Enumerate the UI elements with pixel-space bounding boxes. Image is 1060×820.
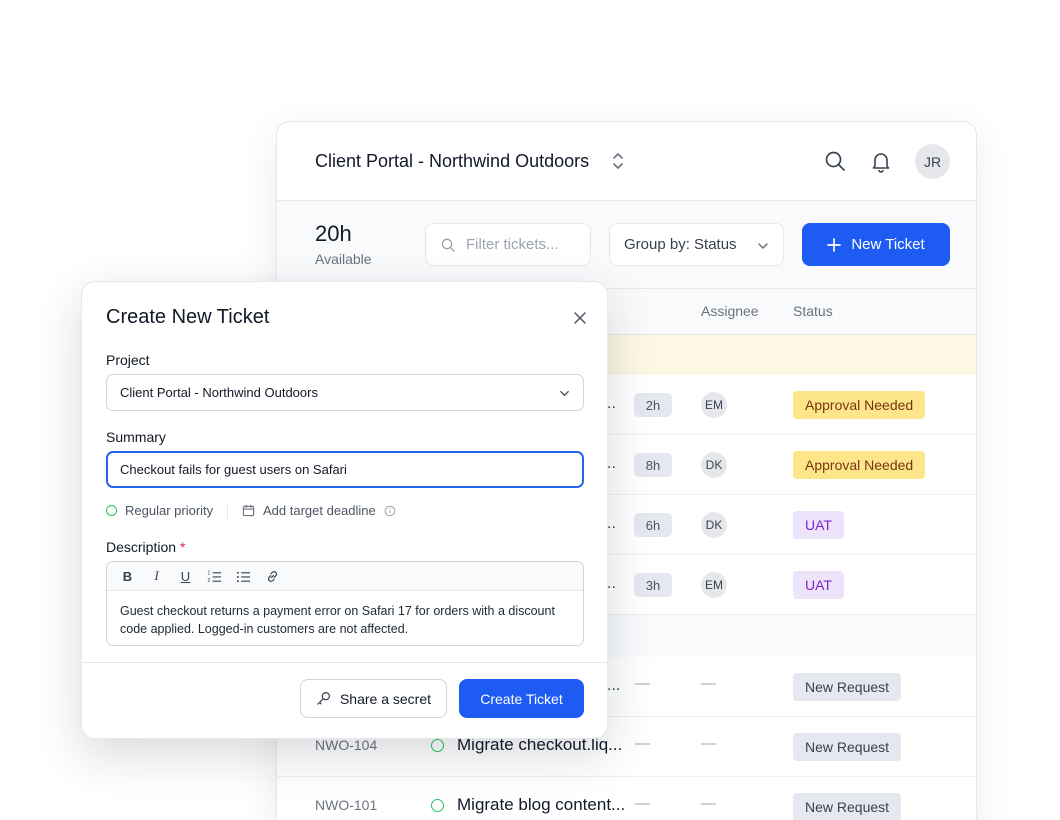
bold-icon[interactable]: B	[120, 569, 135, 584]
priority-ring-icon	[431, 739, 444, 752]
hours-empty: —	[635, 675, 650, 692]
assignee-avatar: DK	[701, 512, 727, 538]
status-badge: UAT	[793, 511, 844, 539]
bullet-list-icon[interactable]	[236, 569, 251, 584]
priority-ring-icon	[431, 799, 444, 812]
ticket-name-truncated: ..	[607, 455, 616, 472]
plus-icon	[827, 237, 842, 252]
priority-selector[interactable]: Regular priority	[106, 503, 213, 518]
board-toolbar: 20h Available Filter tickets... Group by…	[277, 201, 976, 289]
assignee-empty: —	[701, 795, 716, 812]
app-header: Client Portal - Northwind Outdoors JR	[277, 122, 976, 201]
deadline-label: Add target deadline	[263, 503, 376, 518]
assignee-avatar: DK	[701, 452, 727, 478]
assignee-empty: —	[701, 735, 716, 752]
table-row[interactable]: NWO-101 Migrate blog content... — — New …	[277, 777, 976, 820]
key-icon	[317, 691, 330, 705]
close-icon[interactable]	[572, 310, 588, 326]
create-ticket-modal: Create New Ticket Project Client Portal …	[81, 281, 608, 739]
priority-ring-icon	[106, 505, 117, 516]
ticket-name-truncated: ..	[607, 575, 616, 592]
status-badge: New Request	[793, 733, 902, 761]
chevron-down-icon	[560, 390, 569, 397]
ticket-name-truncated: ...	[607, 677, 621, 694]
create-ticket-button[interactable]: Create Ticket	[459, 679, 584, 718]
summary-input[interactable]: Checkout fails for guest users on Safari	[106, 451, 584, 488]
ticket-id: NWO-104	[315, 737, 378, 753]
share-secret-label: Share a secret	[339, 690, 432, 707]
column-assignee[interactable]: Assignee	[701, 303, 759, 319]
project-select-value: Client Portal - Northwind Outdoors	[120, 385, 318, 400]
filter-tickets-input[interactable]: Filter tickets...	[425, 223, 591, 266]
svg-text:1: 1	[207, 570, 210, 576]
meta-divider	[227, 503, 228, 520]
project-title: Client Portal - Northwind Outdoors	[315, 151, 590, 171]
editor-toolbar: B I U 1 2	[107, 562, 583, 591]
available-label: Available	[315, 251, 372, 267]
hours-empty: —	[635, 795, 650, 812]
available-hours: 20h	[315, 221, 352, 246]
hours-badge: 6h	[634, 513, 672, 537]
ordered-list-icon[interactable]: 1 2	[207, 569, 222, 584]
status-badge: Approval Needed	[793, 391, 926, 419]
status-badge: Approval Needed	[793, 451, 926, 479]
ticket-id: NWO-101	[315, 797, 378, 813]
search-icon[interactable]	[823, 149, 847, 173]
status-badge: New Request	[793, 793, 902, 820]
modal-title: Create New Ticket	[106, 306, 270, 328]
assignee-empty: —	[701, 675, 716, 692]
group-by-select[interactable]: Group by: Status	[609, 223, 784, 266]
search-icon	[441, 238, 455, 252]
hours-badge: 3h	[634, 573, 672, 597]
deadline-picker[interactable]: Add target deadline	[242, 503, 396, 518]
status-badge: UAT	[793, 571, 844, 599]
project-select[interactable]: Client Portal - Northwind Outdoors	[106, 374, 584, 411]
calendar-icon	[242, 504, 255, 517]
new-ticket-label: New Ticket	[851, 236, 925, 253]
priority-label: Regular priority	[125, 503, 214, 518]
description-editor[interactable]: B I U 1 2 Guest checkout returns a payme…	[106, 561, 584, 646]
project-label: Project	[106, 352, 150, 368]
required-mark: *	[180, 539, 186, 555]
info-icon[interactable]	[384, 505, 396, 517]
new-ticket-button[interactable]: New Ticket	[802, 223, 950, 266]
summary-label: Summary	[106, 429, 166, 445]
description-label: Description *	[106, 539, 186, 555]
project-switcher-icon[interactable]	[611, 151, 625, 171]
status-badge: New Request	[793, 673, 902, 701]
link-icon[interactable]	[265, 569, 280, 584]
underline-icon[interactable]: U	[178, 569, 193, 584]
modal-footer: Share a secret Create Ticket	[82, 662, 607, 738]
svg-text:2: 2	[207, 578, 210, 584]
column-status[interactable]: Status	[793, 303, 833, 319]
hours-empty: —	[635, 735, 650, 752]
summary-value: Checkout fails for guest users on Safari	[120, 462, 347, 477]
assignee-avatar: EM	[701, 572, 727, 598]
description-text[interactable]: Guest checkout returns a payment error o…	[107, 591, 583, 638]
assignee-avatar: EM	[701, 392, 727, 418]
ticket-name-truncated: ..	[607, 515, 616, 532]
share-secret-button[interactable]: Share a secret	[300, 679, 447, 718]
user-avatar[interactable]: JR	[915, 144, 950, 179]
ticket-name-truncated: ..	[607, 395, 616, 412]
chevron-down-icon	[758, 243, 768, 249]
hours-badge: 2h	[634, 393, 672, 417]
group-by-value: Group by: Status	[624, 236, 737, 253]
create-ticket-label: Create Ticket	[480, 690, 563, 707]
italic-icon[interactable]: I	[149, 568, 164, 584]
bell-icon[interactable]	[869, 149, 893, 173]
ticket-name[interactable]: Migrate blog content...	[457, 795, 625, 815]
hours-badge: 8h	[634, 453, 672, 477]
filter-placeholder: Filter tickets...	[466, 236, 559, 253]
